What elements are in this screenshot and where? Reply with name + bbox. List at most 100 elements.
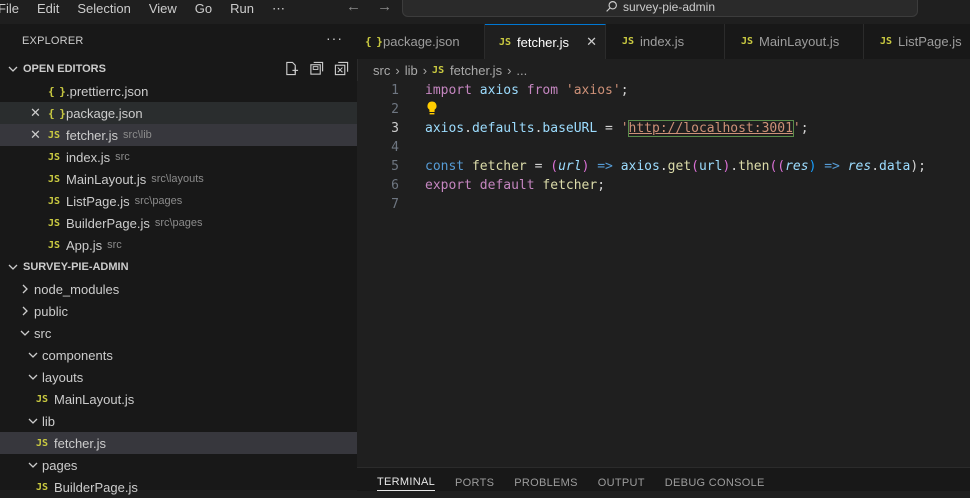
chevron-down-icon bbox=[20, 326, 34, 341]
open-editor-item[interactable]: JS MainLayout.js src\layouts bbox=[0, 168, 357, 190]
command-center-search[interactable]: survey-pie-admin bbox=[402, 0, 918, 17]
tab-mainlayout-js[interactable]: JS MainLayout.js bbox=[725, 24, 864, 59]
tab-index-js[interactable]: JS index.js bbox=[606, 24, 725, 59]
tab-ports[interactable]: PORTS bbox=[455, 475, 494, 491]
breadcrumb-src[interactable]: src bbox=[373, 63, 390, 78]
line-number: 6 bbox=[391, 178, 399, 193]
tree-folder-node-modules[interactable]: node_modules bbox=[0, 278, 357, 300]
nav-arrows: ← → bbox=[346, 0, 404, 15]
menu-view[interactable]: View bbox=[149, 2, 177, 16]
tab-debug-console[interactable]: DEBUG CONSOLE bbox=[665, 475, 765, 491]
tab-terminal[interactable]: TERMINAL bbox=[377, 474, 436, 491]
open-editor-item[interactable]: JS index.js src bbox=[0, 146, 357, 168]
tree-folder-label: public bbox=[34, 303, 68, 319]
open-editor-name: App.js bbox=[66, 237, 103, 253]
new-untitled-file-icon[interactable] bbox=[284, 61, 299, 76]
chevron-down-icon bbox=[8, 64, 20, 74]
menu-go[interactable]: Go bbox=[195, 2, 212, 16]
search-icon bbox=[606, 1, 617, 12]
code-line: 4 bbox=[357, 138, 970, 157]
panel-tabs: TERMINAL PORTS PROBLEMS OUTPUT DEBUG CON… bbox=[357, 467, 970, 491]
code-line: 3 axios.defaults.baseURL = 'http://local… bbox=[357, 119, 970, 138]
code-editor[interactable]: 1 import axios from 'axios'; 2 3 axios.d… bbox=[357, 81, 970, 467]
search-label: survey-pie-admin bbox=[622, 0, 716, 14]
open-editor-path: src bbox=[107, 239, 122, 251]
open-editor-item[interactable]: { } .prettierrc.json bbox=[0, 80, 357, 102]
menu-run[interactable]: Run bbox=[230, 2, 254, 16]
open-editor-path: src\pages bbox=[154, 217, 203, 229]
breadcrumb-lib[interactable]: lib bbox=[405, 63, 418, 78]
explorer-title: EXPLORER bbox=[22, 35, 84, 47]
open-editor-path: src\lib bbox=[123, 129, 152, 141]
explorer-more-icon[interactable]: ··· bbox=[326, 30, 343, 46]
breadcrumb-symbols[interactable]: ... bbox=[516, 63, 527, 78]
chevron-down-icon bbox=[28, 348, 42, 363]
close-icon[interactable]: ✕ bbox=[30, 105, 41, 121]
js-file-icon: JS bbox=[48, 151, 61, 163]
tree-file-fetcher[interactable]: JS fetcher.js bbox=[0, 432, 357, 454]
tab-problems[interactable]: PROBLEMS bbox=[514, 475, 578, 491]
tree-folder-label: pages bbox=[42, 457, 78, 473]
tree-file-mainlayout[interactable]: JS MainLayout.js bbox=[0, 388, 357, 410]
title-bar: File Edit Selection View Go Run ⋯ ← → su… bbox=[0, 0, 970, 24]
open-editor-item[interactable]: JS ListPage.js src\pages bbox=[0, 190, 357, 212]
open-editor-item[interactable]: JS App.js src bbox=[0, 234, 357, 256]
tree-folder-pages[interactable]: pages bbox=[0, 454, 357, 476]
open-editor-path: src bbox=[115, 151, 130, 163]
open-editor-name: .prettierrc.json bbox=[66, 83, 149, 99]
tree-file-builderpage[interactable]: JS BuilderPage.js bbox=[0, 476, 357, 498]
open-editor-item[interactable]: JS BuilderPage.js src\pages bbox=[0, 212, 357, 234]
tree-folder-layouts[interactable]: layouts bbox=[0, 366, 357, 388]
tree-folder-src[interactable]: src bbox=[0, 322, 357, 344]
project-title: SURVEY-PIE-ADMIN bbox=[23, 261, 129, 273]
close-icon[interactable]: ✕ bbox=[586, 34, 597, 50]
tab-fetcher-js[interactable]: JS fetcher.js ✕ bbox=[485, 24, 606, 59]
open-editor-item[interactable]: ✕ JS fetcher.js src\lib bbox=[0, 124, 357, 146]
tab-label: package.json bbox=[383, 34, 460, 49]
open-editors-header[interactable]: OPEN EDITORS bbox=[0, 58, 357, 80]
line-number: 7 bbox=[391, 197, 399, 212]
line-number: 3 bbox=[391, 121, 399, 136]
open-editor-item[interactable]: ✕ { } package.json bbox=[0, 102, 357, 124]
menu-more[interactable]: ⋯ bbox=[272, 2, 285, 16]
tab-package-json[interactable]: { } package.json bbox=[357, 24, 485, 59]
url-link[interactable]: http://localhost:3001 bbox=[627, 120, 794, 137]
js-file-icon: JS bbox=[48, 217, 61, 229]
explorer-header: EXPLORER ··· bbox=[0, 24, 357, 58]
tree-file-label: BuilderPage.js bbox=[54, 479, 138, 495]
menu-edit[interactable]: Edit bbox=[37, 2, 59, 16]
forward-arrow-icon[interactable]: → bbox=[377, 0, 392, 15]
line-number: 5 bbox=[391, 159, 399, 174]
code-text: const fetcher = (url) => axios.get(url).… bbox=[425, 159, 926, 174]
save-all-icon[interactable] bbox=[309, 61, 324, 76]
menu-file[interactable]: File bbox=[0, 2, 19, 16]
code-line: 1 import axios from 'axios'; bbox=[357, 81, 970, 100]
tree-folder-components[interactable]: components bbox=[0, 344, 357, 366]
json-file-icon: { } bbox=[48, 106, 66, 120]
chevron-right-icon bbox=[20, 304, 34, 319]
chevron-down-icon bbox=[28, 370, 42, 385]
js-file-icon: JS bbox=[36, 393, 49, 405]
js-file-icon: JS bbox=[499, 36, 512, 48]
close-all-icon[interactable] bbox=[334, 61, 349, 76]
open-editor-name: fetcher.js bbox=[66, 127, 119, 143]
tab-output[interactable]: OUTPUT bbox=[598, 475, 645, 491]
code-line: 5 const fetcher = (url) => axios.get(url… bbox=[357, 157, 970, 176]
line-number: 1 bbox=[391, 83, 399, 98]
code-line: 6 export default fetcher; bbox=[357, 176, 970, 195]
tab-listpage-js[interactable]: JS ListPage.js bbox=[864, 24, 970, 59]
line-number: 2 bbox=[391, 102, 399, 117]
close-icon[interactable]: ✕ bbox=[30, 127, 41, 143]
tree-file-label: MainLayout.js bbox=[54, 391, 135, 407]
project-header[interactable]: SURVEY-PIE-ADMIN bbox=[0, 256, 357, 278]
chevron-down-icon bbox=[8, 262, 20, 272]
tree-folder-public[interactable]: public bbox=[0, 300, 357, 322]
tree-folder-label: src bbox=[34, 325, 52, 341]
back-arrow-icon[interactable]: ← bbox=[346, 0, 361, 15]
js-file-icon: JS bbox=[48, 239, 61, 251]
tree-folder-label: components bbox=[42, 347, 113, 363]
tree-folder-lib[interactable]: lib bbox=[0, 410, 357, 432]
tree-folder-label: layouts bbox=[42, 369, 84, 385]
menu-selection[interactable]: Selection bbox=[77, 2, 130, 16]
breadcrumb-file[interactable]: fetcher.js bbox=[450, 63, 502, 78]
